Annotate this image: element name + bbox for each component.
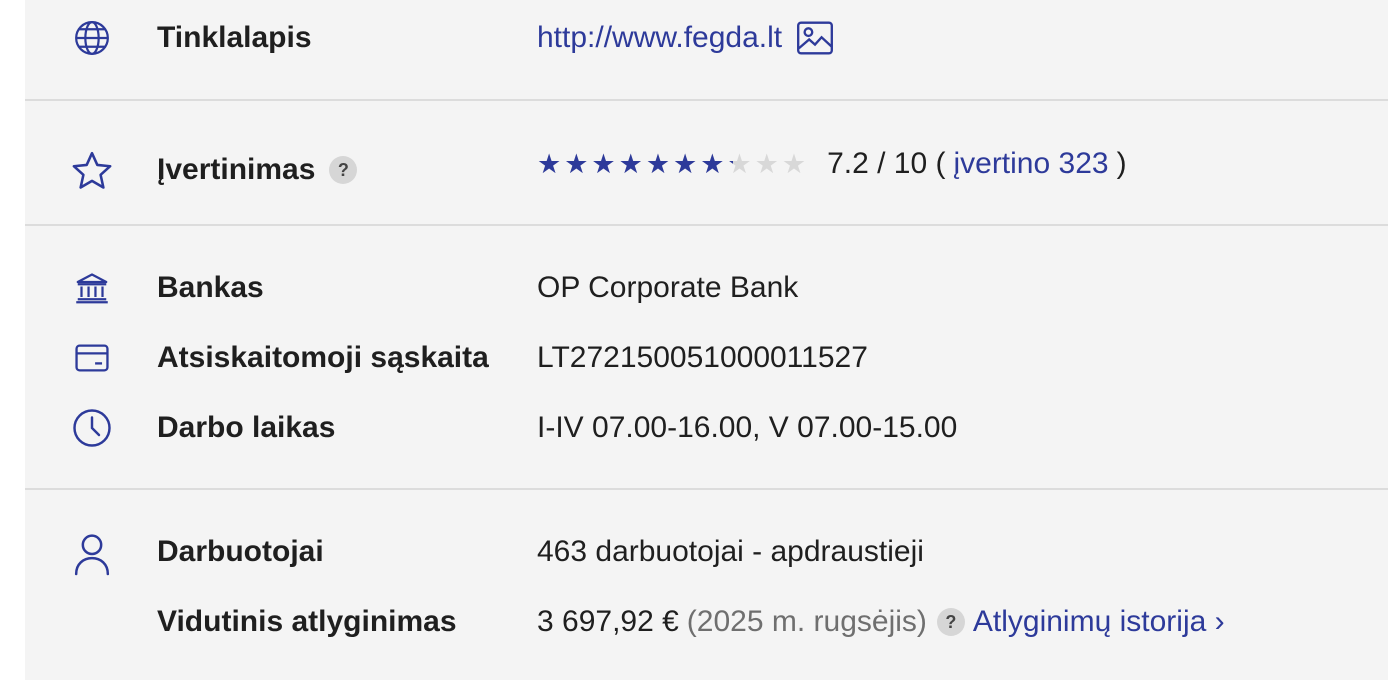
bank-label: Bankas [157, 271, 264, 304]
globe-icon [70, 18, 114, 58]
rating-stars-filled: ★★★★★★★★★★ [537, 149, 733, 179]
salary-help-icon[interactable]: ? [936, 608, 965, 636]
website-value: http://www.fegda.lt [537, 18, 834, 58]
account-value: LT272150051000011527 [537, 341, 868, 374]
salary-row: Vidutinis atlyginimas 3 697,92 € (2025 m… [25, 602, 1388, 642]
salary-period: (2025 m. rugsėjis) [686, 605, 927, 638]
website-row: Tinklalapis http://www.fegda.lt [25, 18, 1388, 58]
rating-row: Įvertinimas ? ★★★★★★★★★★ ★★★★★★★★★★ 7.2 … [25, 144, 1388, 189]
rating-stars: ★★★★★★★★★★ ★★★★★★★★★★ [537, 144, 809, 184]
rating-score: 7.2 / 10 ( [827, 147, 946, 180]
divider [25, 99, 1388, 101]
salary-value: 3 697,92 € (2025 m. rugsėjis) ? Atlygini… [537, 602, 1225, 642]
rating-close-paren: ) [1116, 147, 1127, 180]
employees-value: 463 darbuotojai - apdraustieji [537, 535, 924, 568]
employees-label: Darbuotojai [157, 535, 324, 568]
bank-row: Bankas OP Corporate Bank [25, 268, 1388, 308]
image-icon[interactable] [796, 20, 834, 56]
rating-help-icon[interactable]: ? [329, 156, 358, 184]
star-outline-icon [70, 151, 114, 191]
bank-value: OP Corporate Bank [537, 271, 799, 304]
hours-row: Darbo laikas I-IV 07.00-16.00, V 07.00-1… [25, 408, 1388, 448]
divider [25, 224, 1388, 226]
clock-icon [70, 408, 114, 448]
hours-value: I-IV 07.00-16.00, V 07.00-15.00 [537, 411, 958, 444]
website-label: Tinklalapis [157, 21, 312, 54]
user-icon [70, 534, 114, 576]
rating-votes-link[interactable]: įvertino 323 [953, 144, 1108, 184]
salary-amount: 3 697,92 € [537, 605, 679, 638]
salary-history-link[interactable]: Atlyginimų istorija › [973, 602, 1225, 642]
rating-value: ★★★★★★★★★★ ★★★★★★★★★★ 7.2 / 10 ( įvertin… [537, 144, 1127, 184]
account-row: Atsiskaitomoji sąskaita LT27215005100001… [25, 338, 1388, 378]
company-details-panel: Tinklalapis http://www.fegda.lt Įvertini… [25, 0, 1388, 680]
bank-icon [70, 268, 114, 308]
rating-label: Įvertinimas [157, 153, 316, 186]
divider [25, 488, 1388, 490]
hours-label: Darbo laikas [157, 411, 336, 444]
account-label: Atsiskaitomoji sąskaita [157, 341, 489, 374]
website-link[interactable]: http://www.fegda.lt [537, 18, 782, 58]
employees-row: Darbuotojai 463 darbuotojai - apdraustie… [25, 532, 1388, 576]
rating-label-wrap: Įvertinimas ? [157, 150, 358, 190]
salary-label: Vidutinis atlyginimas [157, 605, 457, 638]
credit-card-icon [70, 338, 114, 378]
